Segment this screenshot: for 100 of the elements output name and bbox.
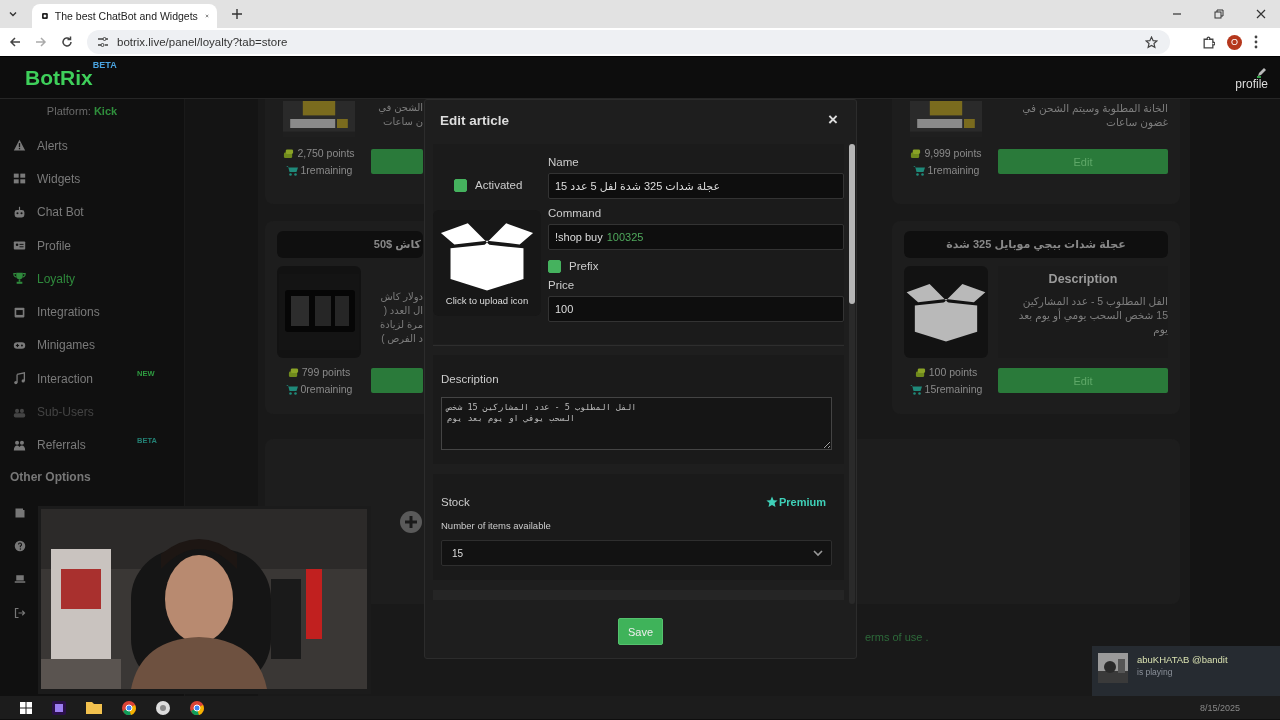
tab-list-icon[interactable] [8, 9, 18, 19]
close-icon[interactable] [1256, 9, 1266, 19]
id-card-icon [13, 239, 26, 253]
cart-icon [909, 383, 922, 395]
app-icon[interactable] [52, 700, 66, 715]
help-icon[interactable] [14, 539, 26, 552]
sidebar-item[interactable]: Alerts [0, 129, 184, 163]
name-field[interactable]: عجلة شدات 325 شدة لفل 5 عدد 15 [548, 173, 844, 199]
sidebar-item[interactable]: Chat Bot [0, 195, 184, 229]
description-text: دولار كاش [379, 290, 423, 304]
description-text: ن ساعات [382, 115, 423, 129]
sidebar-item[interactable]: Loyalty [0, 262, 184, 296]
pen-icon [1256, 65, 1268, 78]
field-label: Price [548, 279, 576, 291]
profile-avatar[interactable]: O [1227, 34, 1242, 50]
url-text: botrix.live/panel/loyalty?tab=store [117, 36, 288, 48]
menu-icon[interactable] [1254, 35, 1258, 49]
remaining-text: 1remaining [300, 164, 353, 176]
field-label: Name [548, 156, 580, 168]
back-icon[interactable] [9, 36, 21, 48]
section-heading: Other Options [10, 469, 92, 484]
description-text: د الفرص ) [380, 332, 423, 346]
add-icon[interactable] [400, 510, 422, 533]
coins-icon [910, 147, 922, 159]
notification-title: abuKHATAB @bandit [1137, 653, 1228, 666]
description-text: الشحن في [377, 101, 423, 115]
app-icon[interactable] [156, 700, 170, 715]
section-label: Stock [441, 496, 470, 508]
folder-icon[interactable] [86, 701, 102, 714]
coins-icon [283, 147, 295, 159]
window-icon [13, 305, 26, 319]
box-icon [905, 282, 987, 342]
checkbox-label: Prefix [569, 260, 599, 272]
profile-link[interactable]: profile [1235, 65, 1268, 90]
terms-link[interactable]: erms of use . [865, 631, 929, 643]
start-icon[interactable] [20, 701, 32, 714]
logout-icon[interactable] [14, 606, 26, 619]
section-label: Description [441, 373, 500, 385]
points-text: 799 points [301, 366, 351, 378]
command-field[interactable]: !shop buy 100325 [548, 224, 844, 250]
sidebar-item[interactable]: Widgets [0, 162, 184, 196]
sidebar-item[interactable]: Profile [0, 228, 184, 263]
sidebar-item[interactable]: Integrations [0, 295, 184, 329]
description-field[interactable]: الفل المطلوب 5 - عدد المشاركين 15 شخص السحب يوفي او يوم بعد يوم [441, 397, 832, 450]
description-text: ال العدد ( [382, 304, 423, 318]
description-text: الفل المطلوب 5 - عدد المشاركين [1021, 294, 1168, 308]
premium-label: Premium [765, 496, 826, 508]
star-icon [765, 496, 778, 508]
date-text: 8/15/2025 [1199, 702, 1240, 713]
upload-caption: Click to upload icon [445, 294, 529, 306]
bookmark-star-icon[interactable] [1145, 35, 1158, 49]
cart-icon [285, 383, 298, 395]
points-text: 9,999 points [924, 147, 982, 159]
logo[interactable]: BotRix [25, 65, 93, 89]
site-settings-icon[interactable] [97, 36, 109, 48]
points-text: 2,750 points [297, 147, 355, 159]
description-heading: Description [1047, 272, 1119, 286]
people-icon [13, 438, 26, 452]
price-field[interactable]: 100 [548, 296, 844, 322]
remaining-text: 1remaining [927, 164, 980, 176]
close-button[interactable]: × [828, 110, 838, 130]
address-bar[interactable]: botrix.live/panel/loyalty?tab=store [87, 30, 1170, 54]
platform-label: Platform: [46, 105, 91, 117]
icon-upload[interactable]: Click to upload icon [433, 210, 541, 316]
remaining-text: 0remaining [300, 383, 353, 395]
description-text: يوم [1152, 322, 1168, 336]
notification-text: is playing [1137, 666, 1174, 679]
book-icon[interactable] [14, 506, 26, 519]
dialog-title: Edit article [440, 112, 510, 128]
description-text: 15 شخص السحب يومي أو يوم بعد [1017, 308, 1168, 322]
browser-tab[interactable]: The best ChatBot and Widgets [32, 4, 217, 28]
platform-name: Kick [93, 105, 118, 117]
puzzle-icon[interactable] [1202, 35, 1215, 49]
laptop-icon[interactable] [14, 573, 26, 586]
box-icon [439, 220, 535, 291]
grid-icon [13, 172, 26, 186]
card-title: عجلة شدات ببجي موبايل 325 شدة [904, 231, 1168, 258]
warning-icon [13, 139, 26, 153]
browser-icon[interactable] [190, 700, 204, 715]
checkbox-label: Activated [475, 179, 523, 191]
browser-icon[interactable] [122, 700, 136, 715]
points-text: 100 points [928, 366, 978, 378]
new-tab-icon[interactable] [231, 8, 243, 20]
cart-icon [285, 164, 298, 176]
restore-icon[interactable] [1214, 9, 1224, 19]
coins-icon [914, 366, 926, 378]
scrollbar-thumb[interactable] [849, 144, 855, 304]
field-label: Number of items available [441, 520, 552, 531]
description-text: غضون ساعات [1105, 115, 1168, 129]
chevron-down-icon [813, 549, 823, 557]
checkbox[interactable] [454, 178, 467, 192]
card-title: كاش $50 [277, 231, 423, 258]
reload-icon[interactable] [61, 36, 73, 48]
remaining-text: 15remaining [924, 383, 983, 395]
trophy-icon [13, 272, 26, 286]
sidebar-item[interactable]: Minigames [0, 328, 184, 363]
cart-icon [912, 164, 925, 176]
checkbox[interactable] [548, 259, 561, 273]
stock-select[interactable]: 15 [441, 540, 832, 566]
robot-icon [13, 205, 26, 219]
